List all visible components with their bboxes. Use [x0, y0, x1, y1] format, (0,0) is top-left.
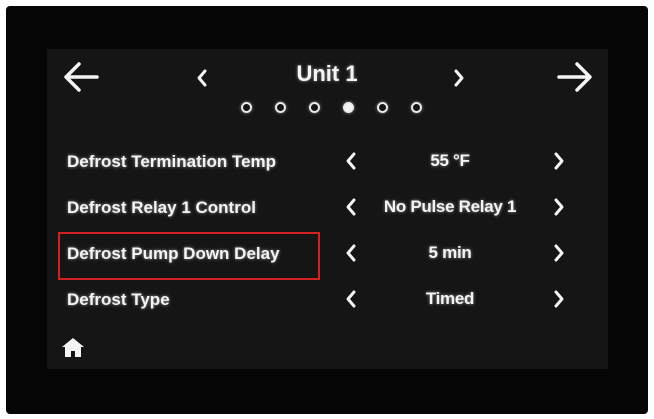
- increment-button[interactable]: [547, 286, 571, 312]
- prev-unit-button[interactable]: [190, 65, 214, 91]
- chevron-left-icon: [197, 69, 207, 87]
- increment-button[interactable]: [547, 148, 571, 174]
- setting-label: Defrost Relay 1 Control: [67, 198, 256, 217]
- chevron-right-icon: [554, 198, 564, 216]
- home-icon: [62, 338, 84, 357]
- home-button[interactable]: [61, 336, 85, 358]
- setting-value: No Pulse Relay 1: [383, 197, 517, 216]
- setting-value: 55 °F: [430, 151, 470, 170]
- forward-arrow-button[interactable]: [553, 57, 597, 97]
- decrement-button[interactable]: [339, 148, 363, 174]
- page-dot[interactable]: [377, 102, 388, 113]
- increment-button[interactable]: [547, 240, 571, 266]
- decrement-button[interactable]: [339, 240, 363, 266]
- chevron-left-icon: [346, 244, 356, 262]
- setting-label: Defrost Type: [67, 290, 170, 309]
- increment-button[interactable]: [547, 194, 571, 220]
- touch-screen: Unit 1 Defrost Termination Temp 55 °F Defr…: [47, 49, 608, 369]
- chevron-left-icon: [346, 152, 356, 170]
- chevron-right-icon: [454, 69, 464, 87]
- next-unit-button[interactable]: [447, 65, 471, 91]
- setting-value: Timed: [425, 289, 475, 308]
- setting-label: Defrost Termination Temp: [67, 152, 277, 171]
- chevron-left-icon: [346, 290, 356, 308]
- chevron-right-icon: [554, 244, 564, 262]
- page-dot[interactable]: [275, 102, 286, 113]
- chevron-right-icon: [554, 152, 564, 170]
- arrow-left-icon: [64, 62, 99, 92]
- arrow-right-icon: [557, 62, 592, 92]
- highlight-box: [58, 232, 320, 280]
- page-dot[interactable]: [343, 102, 354, 113]
- chevron-right-icon: [554, 290, 564, 308]
- page-indicator: [233, 99, 423, 119]
- back-arrow-button[interactable]: [59, 57, 103, 97]
- chevron-left-icon: [346, 198, 356, 216]
- page-title: Unit 1: [296, 61, 358, 86]
- decrement-button[interactable]: [339, 194, 363, 220]
- page-dot[interactable]: [309, 102, 320, 113]
- setting-value: 5 min: [428, 243, 472, 262]
- page-dot[interactable]: [241, 102, 252, 113]
- decrement-button[interactable]: [339, 286, 363, 312]
- page-dot[interactable]: [411, 102, 422, 113]
